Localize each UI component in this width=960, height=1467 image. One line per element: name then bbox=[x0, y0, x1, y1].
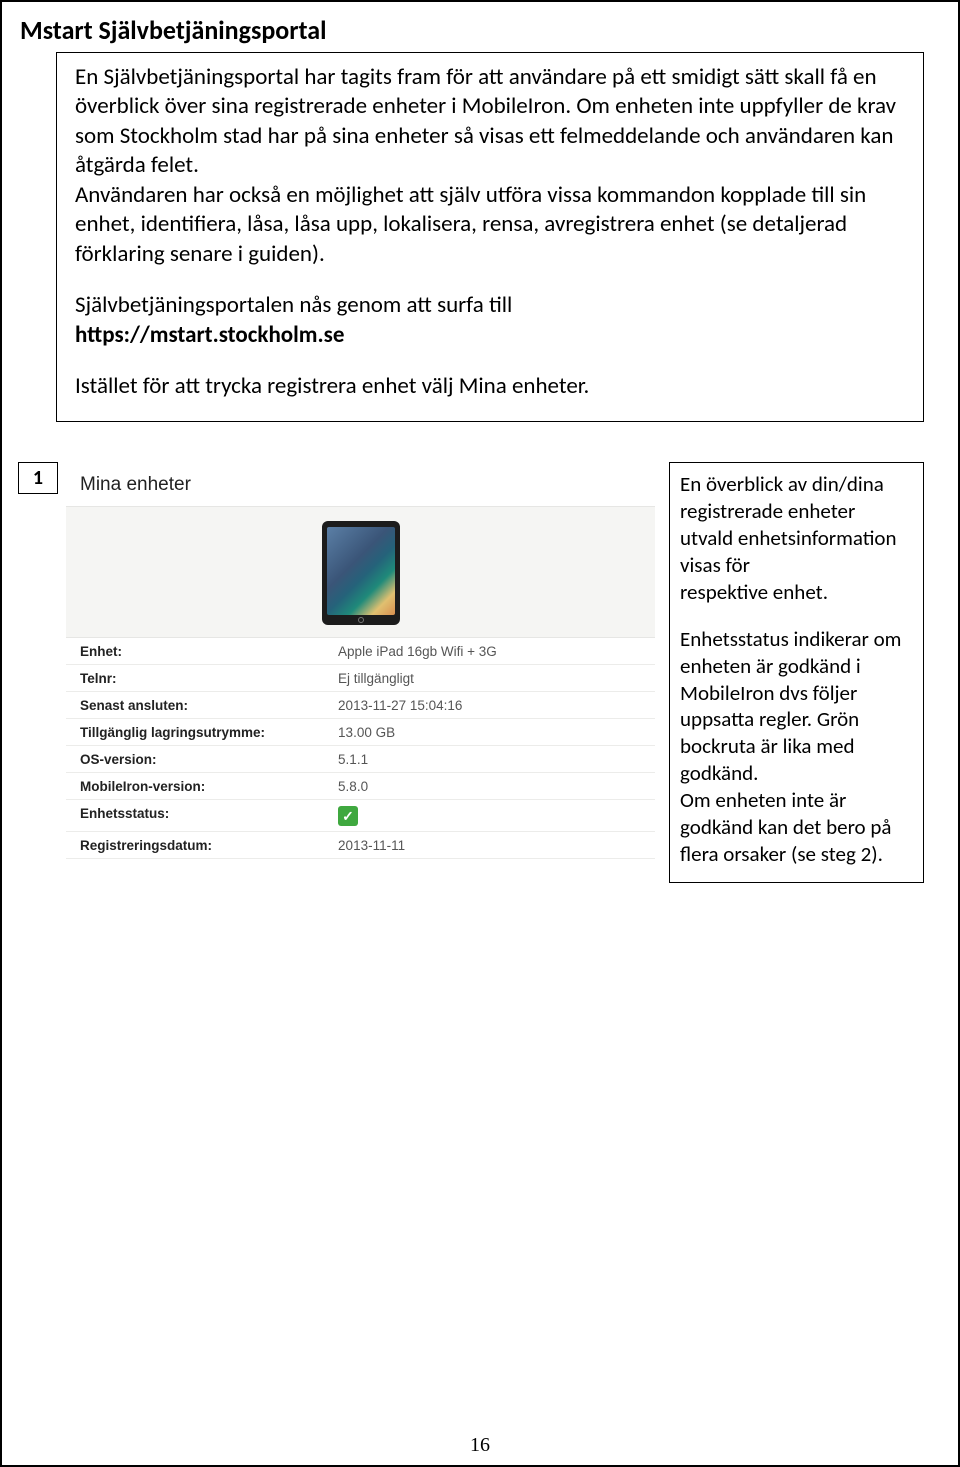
step-badge: 1 bbox=[18, 462, 58, 494]
page-title: Mstart Självbetjäningsportal bbox=[20, 14, 942, 46]
intro-url: https://mstart.stockholm.se bbox=[75, 321, 905, 350]
device-info-label: Senast ansluten: bbox=[80, 698, 338, 713]
screenshot-panel: Mina enheter Enhet:Apple iPad 16gb Wifi … bbox=[66, 462, 655, 882]
content-row: 1 Mina enheter Enhet:Apple iPad 16gb Wif… bbox=[18, 462, 924, 882]
page-frame: Mstart Självbetjäningsportal En Självbet… bbox=[0, 0, 960, 1467]
intro-p4: Istället för att trycka registrera enhet… bbox=[75, 372, 905, 401]
device-info-row: Senast ansluten:2013-11-27 15:04:16 bbox=[66, 692, 655, 719]
desc-p1b: respektive enhet. bbox=[680, 579, 913, 606]
device-info-value: 13.00 GB bbox=[338, 725, 641, 740]
intro-p3: Självbetjäningsportalen nås genom att su… bbox=[75, 291, 905, 320]
device-info-row: Telnr:Ej tillgängligt bbox=[66, 665, 655, 692]
screenshot-header: Mina enheter bbox=[66, 462, 655, 506]
intro-p2: Användaren har också en möjlighet att sj… bbox=[75, 181, 905, 269]
intro-p1: En Självbetjäningsportal har tagits fram… bbox=[75, 63, 905, 181]
checkmark-icon: ✓ bbox=[338, 806, 358, 826]
step-col: 1 bbox=[18, 462, 66, 882]
device-info-label: Enhetsstatus: bbox=[80, 806, 338, 826]
device-info-value: ✓ bbox=[338, 806, 641, 826]
device-info-value: Ej tillgängligt bbox=[338, 671, 641, 686]
device-info-label: Tillgänglig lagringsutrymme: bbox=[80, 725, 338, 740]
description-box: En överblick av din/dina registrerade en… bbox=[669, 462, 924, 882]
device-info-value: 2013-11-11 bbox=[338, 838, 641, 853]
desc-p2c: Om enheten inte är godkänd kan det bero … bbox=[680, 787, 913, 868]
device-info-row: OS-version:5.1.1 bbox=[66, 746, 655, 773]
intro-box: En Självbetjäningsportal har tagits fram… bbox=[56, 52, 924, 422]
device-info-label: Enhet: bbox=[80, 644, 338, 659]
page-number: 16 bbox=[2, 1434, 958, 1457]
description-col: En överblick av din/dina registrerade en… bbox=[669, 462, 924, 882]
device-info-list: Enhet:Apple iPad 16gb Wifi + 3GTelnr:Ej … bbox=[66, 638, 655, 859]
device-info-value: Apple iPad 16gb Wifi + 3G bbox=[338, 644, 641, 659]
device-info-label: OS-version: bbox=[80, 752, 338, 767]
device-image-row bbox=[66, 506, 655, 638]
device-info-label: Telnr: bbox=[80, 671, 338, 686]
device-info-value: 5.1.1 bbox=[338, 752, 641, 767]
desc-p1: En överblick av din/dina registrerade en… bbox=[680, 471, 913, 579]
device-info-row: Tillgänglig lagringsutrymme:13.00 GB bbox=[66, 719, 655, 746]
device-info-row: Enhet:Apple iPad 16gb Wifi + 3G bbox=[66, 638, 655, 665]
device-info-value: 5.8.0 bbox=[338, 779, 641, 794]
ipad-icon bbox=[322, 521, 400, 625]
device-info-row: Registreringsdatum:2013-11-11 bbox=[66, 832, 655, 859]
device-screenshot: Mina enheter Enhet:Apple iPad 16gb Wifi … bbox=[66, 462, 655, 859]
device-info-value: 2013-11-27 15:04:16 bbox=[338, 698, 641, 713]
device-info-row: Enhetsstatus:✓ bbox=[66, 800, 655, 832]
device-info-row: MobileIron-version:5.8.0 bbox=[66, 773, 655, 800]
desc-p2: Enhetsstatus indikerar om enheten är god… bbox=[680, 626, 913, 680]
device-info-label: Registreringsdatum: bbox=[80, 838, 338, 853]
device-info-label: MobileIron-version: bbox=[80, 779, 338, 794]
desc-p2b: MobileIron dvs följer uppsatta regler. G… bbox=[680, 680, 913, 788]
